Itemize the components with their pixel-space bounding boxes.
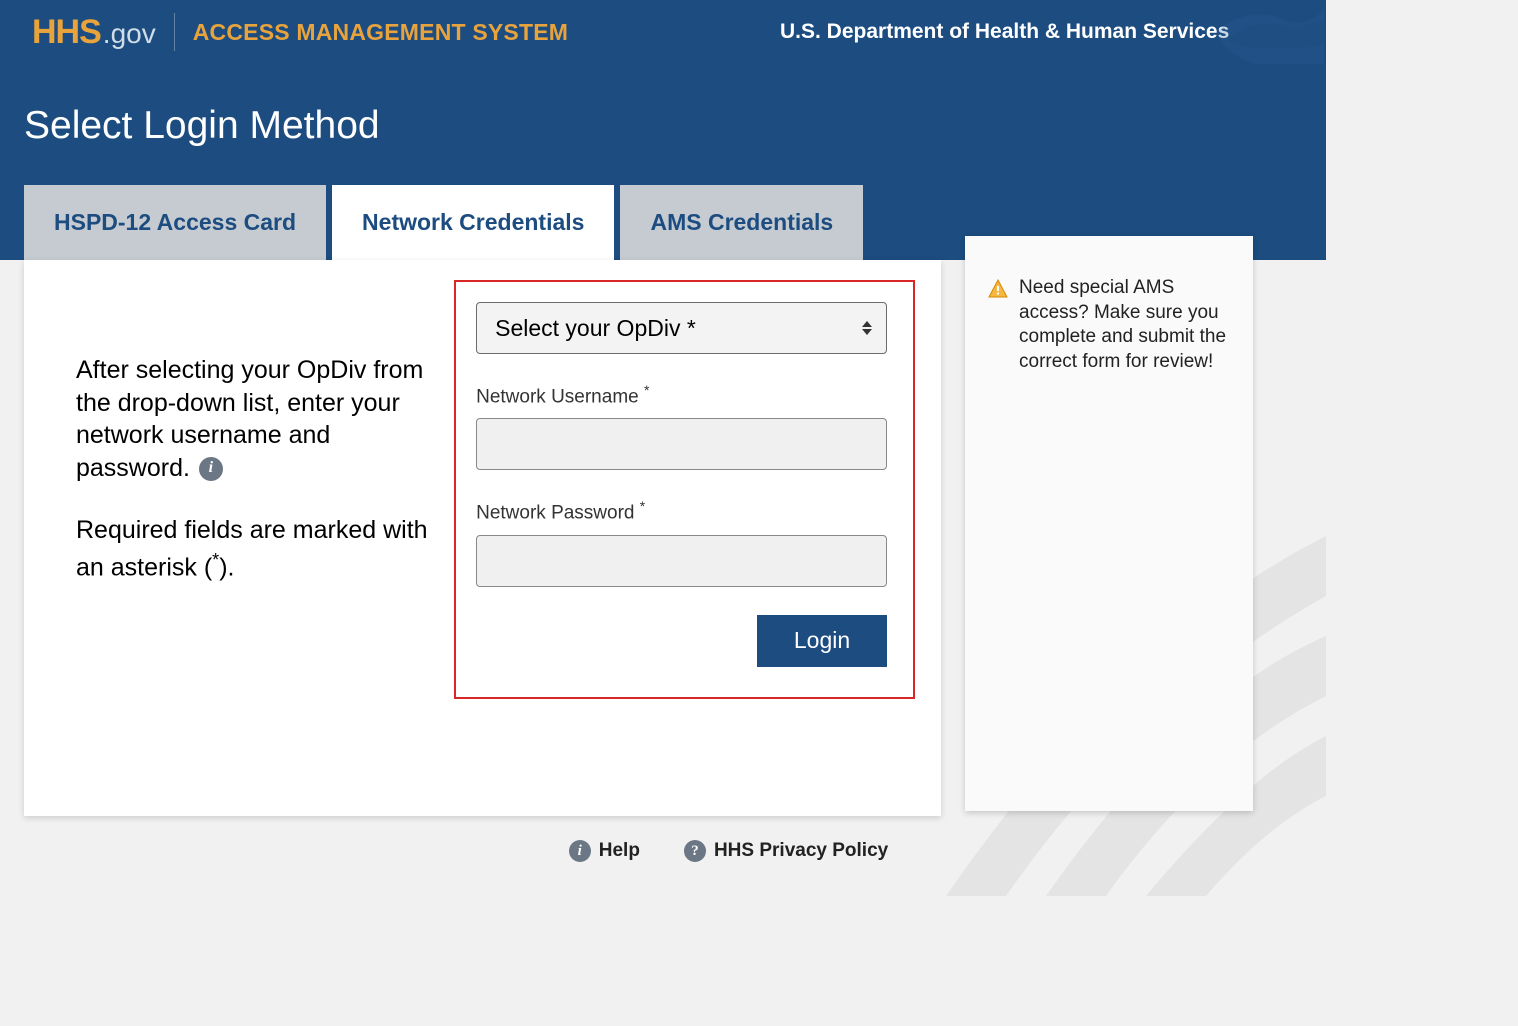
system-name: ACCESS MANAGEMENT SYSTEM (193, 19, 568, 46)
password-asterisk: * (640, 498, 645, 514)
opdiv-select[interactable]: Select your OpDiv * (476, 302, 887, 354)
header-bar: HHS .gov ACCESS MANAGEMENT SYSTEM U.S. D… (0, 0, 1326, 64)
required-fields-text: Required fields are marked with an aster… (76, 514, 444, 585)
login-button[interactable]: Login (757, 615, 887, 667)
logo-divider (174, 13, 175, 51)
side-panel: Need special AMS access? Make sure you c… (965, 236, 1253, 811)
warning-icon (987, 278, 1009, 300)
required-prefix: Required fields are marked with an aster… (76, 516, 428, 581)
sub-header: Select Login Method HSPD-12 Access Card … (0, 64, 1326, 260)
password-input[interactable] (476, 535, 887, 587)
help-link-label: Help (599, 840, 640, 862)
instructions-main: After selecting your OpDiv from the drop… (76, 356, 423, 482)
username-input[interactable] (476, 418, 887, 470)
username-asterisk: * (644, 382, 649, 398)
page-title: Select Login Method (24, 104, 1302, 148)
info-icon[interactable]: i (199, 457, 223, 481)
username-label-text: Network Username (476, 386, 639, 407)
footer-links: i Help ? HHS Privacy Policy (270, 840, 1187, 862)
password-label: Network Password * (476, 498, 887, 524)
privacy-link-label: HHS Privacy Policy (714, 840, 888, 862)
instructions-block: After selecting your OpDiv from the drop… (76, 354, 444, 585)
logo-hhs-text: HHS (32, 13, 101, 52)
content-wrap: After selecting your OpDiv from the drop… (0, 260, 1326, 816)
site-logo[interactable]: HHS .gov (32, 13, 156, 52)
main-panel: After selecting your OpDiv from the drop… (24, 260, 941, 816)
privacy-policy-link[interactable]: ? HHS Privacy Policy (684, 840, 888, 862)
username-label: Network Username * (476, 382, 887, 408)
login-form-box: Select your OpDiv * Network Username * N… (454, 280, 915, 699)
instructions-text: After selecting your OpDiv from the drop… (76, 354, 444, 484)
side-notice-text: Need special AMS access? Make sure you c… (1019, 276, 1231, 375)
tab-ams-credentials[interactable]: AMS Credentials (620, 185, 863, 260)
tab-network-credentials[interactable]: Network Credentials (332, 185, 614, 260)
help-link[interactable]: i Help (569, 840, 640, 862)
login-method-tabs: HSPD-12 Access Card Network Credentials … (24, 185, 869, 260)
tab-hspd12[interactable]: HSPD-12 Access Card (24, 185, 326, 260)
opdiv-select-placeholder: Select your OpDiv * (495, 315, 696, 342)
required-suffix: ). (219, 553, 234, 581)
logo-gov-text: .gov (103, 18, 156, 50)
eagle-decoration-icon (1196, 0, 1326, 64)
select-caret-icon (862, 321, 872, 335)
department-title: U.S. Department of Health & Human Servic… (780, 20, 1229, 44)
password-label-text: Network Password (476, 503, 634, 524)
privacy-question-icon: ? (684, 840, 706, 862)
help-info-icon: i (569, 840, 591, 862)
side-notice: Need special AMS access? Make sure you c… (987, 276, 1231, 375)
